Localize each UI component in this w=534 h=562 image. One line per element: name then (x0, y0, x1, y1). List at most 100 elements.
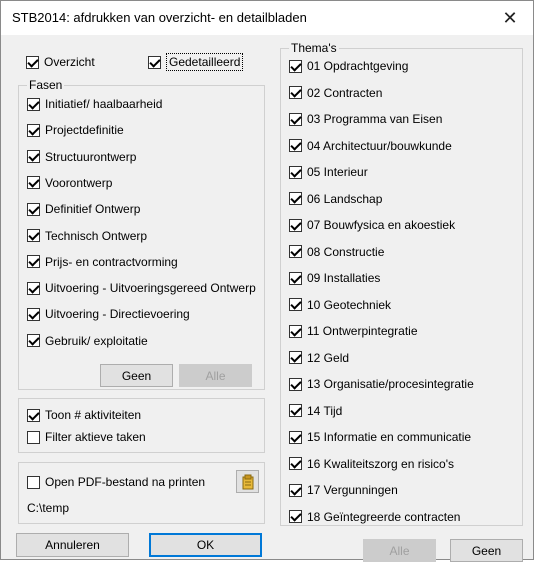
filter-check-icon (27, 430, 40, 444)
thema-item-label: 01 Opdrachtgeving (307, 59, 409, 73)
thema-item-checkbox[interactable]: 12 Geld (289, 350, 349, 366)
fasen-item-check-icon (27, 255, 40, 269)
thema-item-checkbox[interactable]: 03 Programma van Eisen (289, 111, 442, 127)
thema-item-check-icon (289, 112, 302, 126)
fasen-alle-button[interactable]: Alle (179, 364, 252, 387)
thema-item-check-icon (289, 139, 302, 152)
fasen-item-label: Initiatief/ haalbaarheid (45, 97, 163, 111)
ok-button[interactable]: OK (149, 533, 262, 557)
thema-item-check-icon (289, 351, 302, 364)
title-bar: STB2014: afdrukken van overzicht- en det… (1, 1, 533, 35)
toon-aktiviteiten-checkbox[interactable]: Toon # aktiviteiten (27, 407, 141, 423)
thema-item-label: 02 Contracten (307, 85, 383, 100)
overzicht-checkbox[interactable]: Overzicht (26, 54, 95, 70)
thema-item-checkbox[interactable]: 16 Kwaliteitszorg en risico's (289, 456, 454, 472)
fasen-item-checkbox[interactable]: Gebruik/ exploitatie (27, 333, 148, 349)
thema-item-label: 08 Constructie (307, 244, 385, 259)
fasen-group: Fasen Initiatief/ haalbaarheid Projectdef… (18, 79, 265, 390)
thema-item-label: 13 Organisatie/procesintegratie (307, 377, 474, 391)
fasen-item-checkbox[interactable]: Projectdefinitie (27, 122, 124, 138)
folder-icon[interactable] (236, 470, 259, 493)
fasen-item-checkbox[interactable]: Definitief Ontwerp (27, 201, 140, 217)
fasen-item-check-icon (27, 123, 40, 137)
fasen-geen-button[interactable]: Geen (100, 364, 173, 387)
thema-item-checkbox[interactable]: 08 Constructie (289, 244, 384, 260)
thema-item-checkbox[interactable]: 14 Tijd (289, 403, 342, 419)
fasen-item-label: Voorontwerp (45, 175, 113, 190)
thema-item-checkbox[interactable]: 09 Installaties (289, 270, 380, 286)
thema-item-check-icon (289, 298, 302, 311)
thema-item-checkbox[interactable]: 05 Interieur (289, 164, 368, 180)
thema-item-check-icon (289, 245, 302, 258)
thema-item-checkbox[interactable]: 13 Organisatie/procesintegratie (289, 376, 474, 392)
print-dialog: STB2014: afdrukken van overzicht- en det… (0, 0, 534, 562)
pdf-group: Open PDF-bestand na printen C:\temp (18, 462, 265, 524)
fasen-item-checkbox[interactable]: Initiatief/ haalbaarheid (27, 96, 162, 112)
fasen-item-checkbox[interactable]: Voorontwerp (27, 175, 112, 191)
thema-item-checkbox[interactable]: 07 Bouwfysica en akoestiek (289, 217, 455, 233)
gedetailleerd-label: Gedetailleerd (166, 53, 244, 71)
window-title: STB2014: afdrukken van overzicht- en det… (12, 10, 307, 25)
thema-item-check-icon (289, 324, 302, 338)
pdf-path: C:\temp (27, 501, 70, 515)
overzicht-check-icon (26, 55, 39, 69)
fasen-item-checkbox[interactable]: Technisch Ontwerp (27, 228, 147, 244)
fasen-item-label: Technisch Ontwerp (45, 228, 148, 243)
filter-aktieve-taken-checkbox[interactable]: Filter aktieve taken (27, 429, 146, 445)
thema-item-checkbox[interactable]: 18 Geïntegreerde contracten (289, 509, 460, 525)
fasen-item-checkbox[interactable]: Prijs- en contractvorming (27, 254, 178, 270)
dialog-client: Overzicht Gedetailleerd Fasen Initiatief… (1, 35, 533, 562)
fasen-item-label: Prijs- en contractvorming (45, 254, 178, 269)
thema-item-checkbox[interactable]: 17 Vergunningen (289, 482, 398, 498)
close-icon[interactable]: ✕ (487, 1, 533, 35)
open-pdf-checkbox[interactable]: Open PDF-bestand na printen (27, 474, 205, 490)
thema-item-check-icon (289, 218, 302, 232)
thema-item-check-icon (289, 86, 302, 99)
thema-item-check-icon (289, 165, 302, 179)
fasen-item-label: Gebruik/ exploitatie (45, 333, 148, 348)
thema-item-label: 04 Architectuur/bouwkunde (307, 138, 452, 153)
thema-item-checkbox[interactable]: 02 Contracten (289, 85, 382, 101)
thema-item-label: 11 Ontwerpintegratie (307, 324, 418, 338)
fasen-item-checkbox[interactable]: Uitvoering - Directievoering (27, 306, 190, 322)
themas-group: Thema's 01 Opdrachtgeving 02 Contracten 03… (280, 42, 523, 526)
themas-geen-button[interactable]: Geen (450, 539, 523, 562)
thema-item-checkbox[interactable]: 15 Informatie en communicatie (289, 429, 471, 445)
thema-item-checkbox[interactable]: 06 Landschap (289, 191, 382, 207)
thema-item-label: 06 Landschap (307, 191, 383, 206)
thema-item-label: 14 Tijd (307, 403, 343, 418)
thema-item-check-icon (289, 483, 302, 497)
fasen-item-checkbox[interactable]: Structuurontwerp (27, 149, 136, 165)
gedetailleerd-checkbox[interactable]: Gedetailleerd (148, 53, 244, 71)
filter-label: Filter aktieve taken (45, 430, 146, 444)
thema-item-checkbox[interactable]: 04 Architectuur/bouwkunde (289, 138, 452, 154)
gedetailleerd-check-icon (148, 55, 161, 69)
thema-item-check-icon (289, 457, 302, 470)
thema-item-checkbox[interactable]: 10 Geotechniek (289, 297, 391, 313)
fasen-item-label: Uitvoering - Directievoering (45, 307, 190, 322)
thema-item-label: 18 Geïntegreerde contracten (307, 509, 461, 524)
thema-item-label: 15 Informatie en communicatie (307, 430, 472, 444)
thema-item-check-icon (289, 59, 302, 73)
overzicht-label: Overzicht (44, 55, 95, 69)
fasen-item-check-icon (27, 307, 40, 321)
thema-item-label: 03 Programma van Eisen (307, 112, 443, 126)
fasen-item-label: Definitief Ontwerp (45, 202, 141, 217)
annuleren-button[interactable]: Annuleren (16, 533, 129, 557)
thema-item-check-icon (289, 510, 302, 523)
thema-item-label: 07 Bouwfysica en akoestiek (307, 218, 456, 232)
fasen-item-check-icon (27, 150, 40, 164)
thema-item-label: 12 Geld (307, 350, 350, 365)
thema-item-check-icon (289, 192, 302, 205)
thema-item-checkbox[interactable]: 01 Opdrachtgeving (289, 58, 408, 74)
thema-item-check-icon (289, 377, 302, 391)
fasen-item-check-icon (27, 176, 40, 190)
themas-legend: Thema's (289, 41, 339, 55)
themas-alle-button[interactable]: Alle (363, 539, 436, 562)
fasen-item-label: Structuurontwerp (45, 149, 137, 164)
open-pdf-label: Open PDF-bestand na printen (45, 475, 206, 489)
thema-item-label: 17 Vergunningen (307, 483, 398, 497)
thema-item-checkbox[interactable]: 11 Ontwerpintegratie (289, 323, 418, 339)
fasen-item-checkbox[interactable]: Uitvoering - Uitvoeringsgereed Ontwerp (27, 280, 256, 296)
fasen-legend: Fasen (27, 78, 65, 92)
